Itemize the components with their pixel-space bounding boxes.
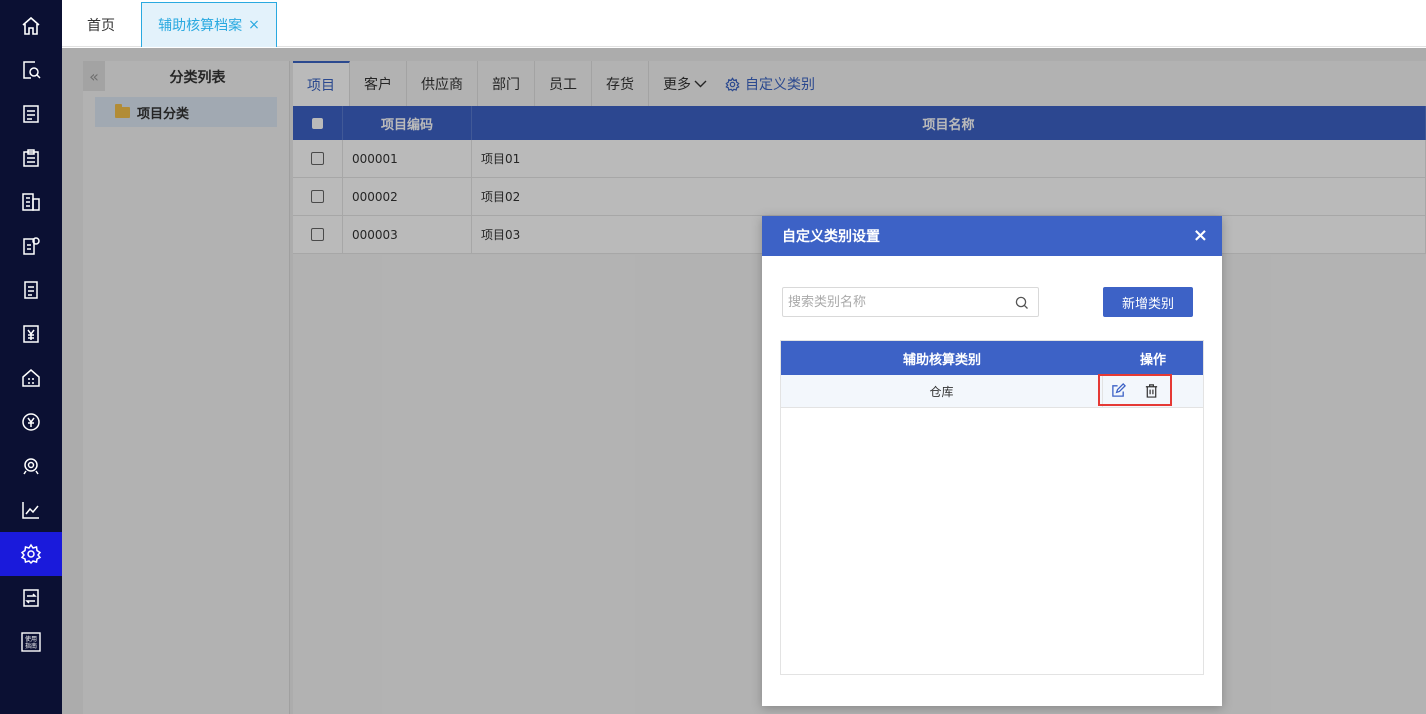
voucher-search-icon[interactable] bbox=[0, 48, 62, 92]
gear-icon[interactable] bbox=[0, 532, 62, 576]
yen-icon[interactable] bbox=[0, 312, 62, 356]
top-tab-bar: 首页 辅助核算档案 × bbox=[62, 0, 1426, 47]
search-input[interactable] bbox=[783, 289, 1009, 315]
building-icon[interactable] bbox=[0, 180, 62, 224]
cell-category: 仓库 bbox=[781, 375, 1103, 407]
home-icon[interactable] bbox=[0, 4, 62, 48]
guide-label-1: 使用 bbox=[25, 635, 37, 643]
tab-auxiliary-archive[interactable]: 辅助核算档案 × bbox=[141, 2, 277, 47]
category-table-header: 辅助核算类别 操作 bbox=[781, 341, 1203, 375]
category-search bbox=[782, 287, 1039, 317]
add-category-button[interactable]: 新增类别 bbox=[1103, 287, 1193, 317]
guide-label-2: 指南 bbox=[25, 642, 37, 650]
close-icon[interactable]: × bbox=[248, 17, 260, 33]
dialog-header: 自定义类别设置 × bbox=[762, 216, 1222, 256]
report-icon[interactable] bbox=[0, 268, 62, 312]
clipboard-icon[interactable] bbox=[0, 136, 62, 180]
edit-icon[interactable] bbox=[1111, 382, 1126, 398]
close-icon[interactable]: × bbox=[1193, 225, 1208, 246]
tab-home[interactable]: 首页 bbox=[62, 2, 140, 47]
search-icon[interactable] bbox=[1015, 296, 1029, 310]
tab-auxiliary-archive-label: 辅助核算档案 bbox=[158, 18, 243, 34]
row-actions-highlight bbox=[1098, 374, 1172, 406]
header-action: 操作 bbox=[1139, 352, 1166, 368]
trash-icon[interactable] bbox=[1144, 383, 1159, 398]
dialog-title: 自定义类别设置 bbox=[782, 229, 880, 245]
transfer-icon[interactable] bbox=[0, 576, 62, 620]
chart-icon[interactable] bbox=[0, 488, 62, 532]
invoice-icon[interactable] bbox=[0, 224, 62, 268]
ledger-icon[interactable] bbox=[0, 92, 62, 136]
asset-icon[interactable] bbox=[0, 356, 62, 400]
custom-category-dialog: 自定义类别设置 × 新增类别 辅助核算类别 操作 仓库 bbox=[762, 216, 1222, 706]
header-category: 辅助核算类别 bbox=[902, 352, 981, 368]
icon-sidebar: 使用 指南 bbox=[0, 0, 62, 714]
tax-icon[interactable] bbox=[0, 444, 62, 488]
guide-icon[interactable]: 使用 指南 bbox=[0, 620, 62, 664]
cashflow-icon[interactable] bbox=[0, 400, 62, 444]
tab-home-label: 首页 bbox=[87, 17, 115, 34]
